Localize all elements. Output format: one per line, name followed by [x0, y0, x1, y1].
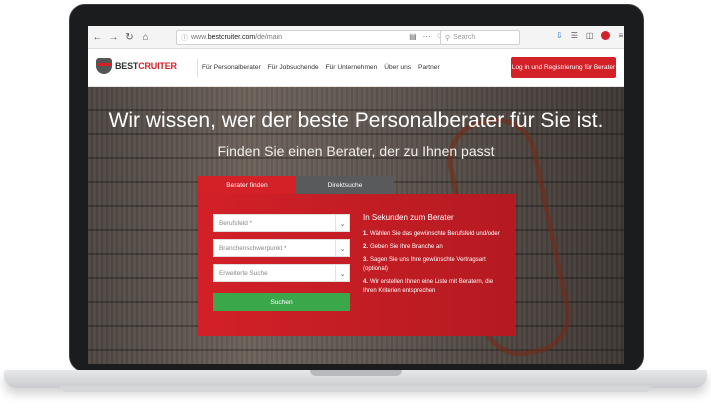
- tab-berater-finden[interactable]: Berater finden: [198, 176, 296, 194]
- erweiterte-suche-select[interactable]: Erweiterte Suche ⌄: [213, 264, 350, 282]
- reload-icon[interactable]: ↻: [123, 31, 136, 44]
- site-header: BESTCRUITER Für Personalberater Für Jobs…: [88, 49, 624, 87]
- addon-icon[interactable]: [601, 31, 611, 40]
- download-icon[interactable]: ⇩: [556, 31, 563, 40]
- branchenschwerpunkt-placeholder: Branchenschwerpunkt *: [219, 244, 287, 252]
- nav-jobsuchende[interactable]: Für Jobsuchende: [268, 64, 319, 71]
- logo-wordmark: BESTCRUITER: [115, 61, 177, 71]
- browser-toolbar: ← → ↻ ⌂ ⓘ www. bestcruiter.com/de/main ▤ …: [88, 26, 624, 49]
- site-logo[interactable]: BESTCRUITER: [96, 58, 177, 74]
- back-icon[interactable]: ←: [91, 31, 104, 44]
- hero-section: Wir wissen, wer der beste Personalberate…: [88, 87, 624, 364]
- search-icon: ⚲: [445, 34, 451, 42]
- forward-icon[interactable]: →: [107, 31, 120, 44]
- nav-divider: [197, 59, 198, 77]
- url-path: /de/main: [255, 34, 283, 41]
- main-nav: Für Personalberater Für Jobsuchende Für …: [202, 64, 440, 71]
- nav-partner[interactable]: Partner: [418, 64, 440, 71]
- logo-best: BEST: [115, 61, 139, 71]
- nav-personalberater[interactable]: Für Personalberater: [202, 64, 261, 71]
- berufsfeld-placeholder: Berufsfeld *: [219, 219, 253, 227]
- nav-ueber-uns[interactable]: Über uns: [384, 64, 411, 71]
- branchenschwerpunkt-select[interactable]: Branchenschwerpunkt * ⌄: [213, 239, 350, 257]
- nav-unternehmen[interactable]: Für Unternehmen: [326, 64, 378, 71]
- step-item: 1. Wählen Sie das gewünschte Berufsfeld u…: [363, 231, 500, 237]
- hero-title: Wir wissen, wer der beste Personalberate…: [108, 109, 604, 132]
- search-input[interactable]: ⚲ Search: [440, 30, 520, 45]
- step-item: 3. Sagen Sie uns Ihre gewünschte Vertrags…: [363, 257, 486, 272]
- erweiterte-suche-placeholder: Erweiterte Suche: [219, 269, 268, 277]
- steps-list: 1. Wählen Sie das gewünschte Berufsfeld u…: [363, 230, 508, 300]
- sidebar-icon[interactable]: ◫: [586, 31, 594, 40]
- search-placeholder: Search: [453, 34, 476, 41]
- more-icon[interactable]: ⋯: [423, 32, 431, 41]
- search-panel: Berufsfeld * ⌄ Branchenschwerpunkt * ⌄ E…: [198, 194, 515, 336]
- chevron-down-icon: ⌄: [335, 215, 349, 232]
- info-title: In Sekunden zum Berater: [363, 213, 454, 222]
- search-tabs: Berater finden Direktsuche: [198, 176, 394, 194]
- tab-direktsuche[interactable]: Direktsuche: [296, 176, 394, 194]
- laptop-notch: [310, 370, 402, 376]
- step-item: 4. Wir erstellen Ihnen eine Liste mit Ber…: [363, 279, 494, 294]
- chevron-down-icon: ⌄: [335, 240, 349, 257]
- address-bar[interactable]: ⓘ www.bestcruiter.com/de/main ▤ ⋯ ♡ ☆: [176, 30, 462, 45]
- reader-icon[interactable]: ▤: [409, 32, 417, 41]
- login-register-button[interactable]: Log in und Registrierung für Berater: [511, 57, 616, 78]
- logo-cruiter: CRUITER: [138, 61, 177, 71]
- hero-subtitle: Finden Sie einen Berater, der zu Ihnen p…: [217, 143, 495, 159]
- home-icon[interactable]: ⌂: [139, 31, 152, 44]
- laptop-foot: [60, 386, 651, 392]
- library-icon[interactable]: ☰: [571, 31, 578, 40]
- toolbar-icons: ⇩ ☰ ◫ ≡: [556, 31, 623, 40]
- berufsfeld-select[interactable]: Berufsfeld * ⌄: [213, 214, 350, 232]
- laptop-screen: ← → ↻ ⌂ ⓘ www. bestcruiter.com/de/main ▤ …: [88, 26, 624, 364]
- info-icon: ⓘ: [181, 34, 188, 42]
- url-prefix: www.: [191, 34, 208, 41]
- chevron-down-icon: ⌄: [335, 265, 349, 282]
- menu-icon[interactable]: ≡: [618, 31, 623, 40]
- logo-mark-icon: [96, 58, 112, 74]
- search-button[interactable]: Suchen: [213, 293, 350, 311]
- step-item: 2. Geben Sie Ihre Branche an: [363, 244, 443, 250]
- url-host: bestcruiter.com: [207, 34, 256, 41]
